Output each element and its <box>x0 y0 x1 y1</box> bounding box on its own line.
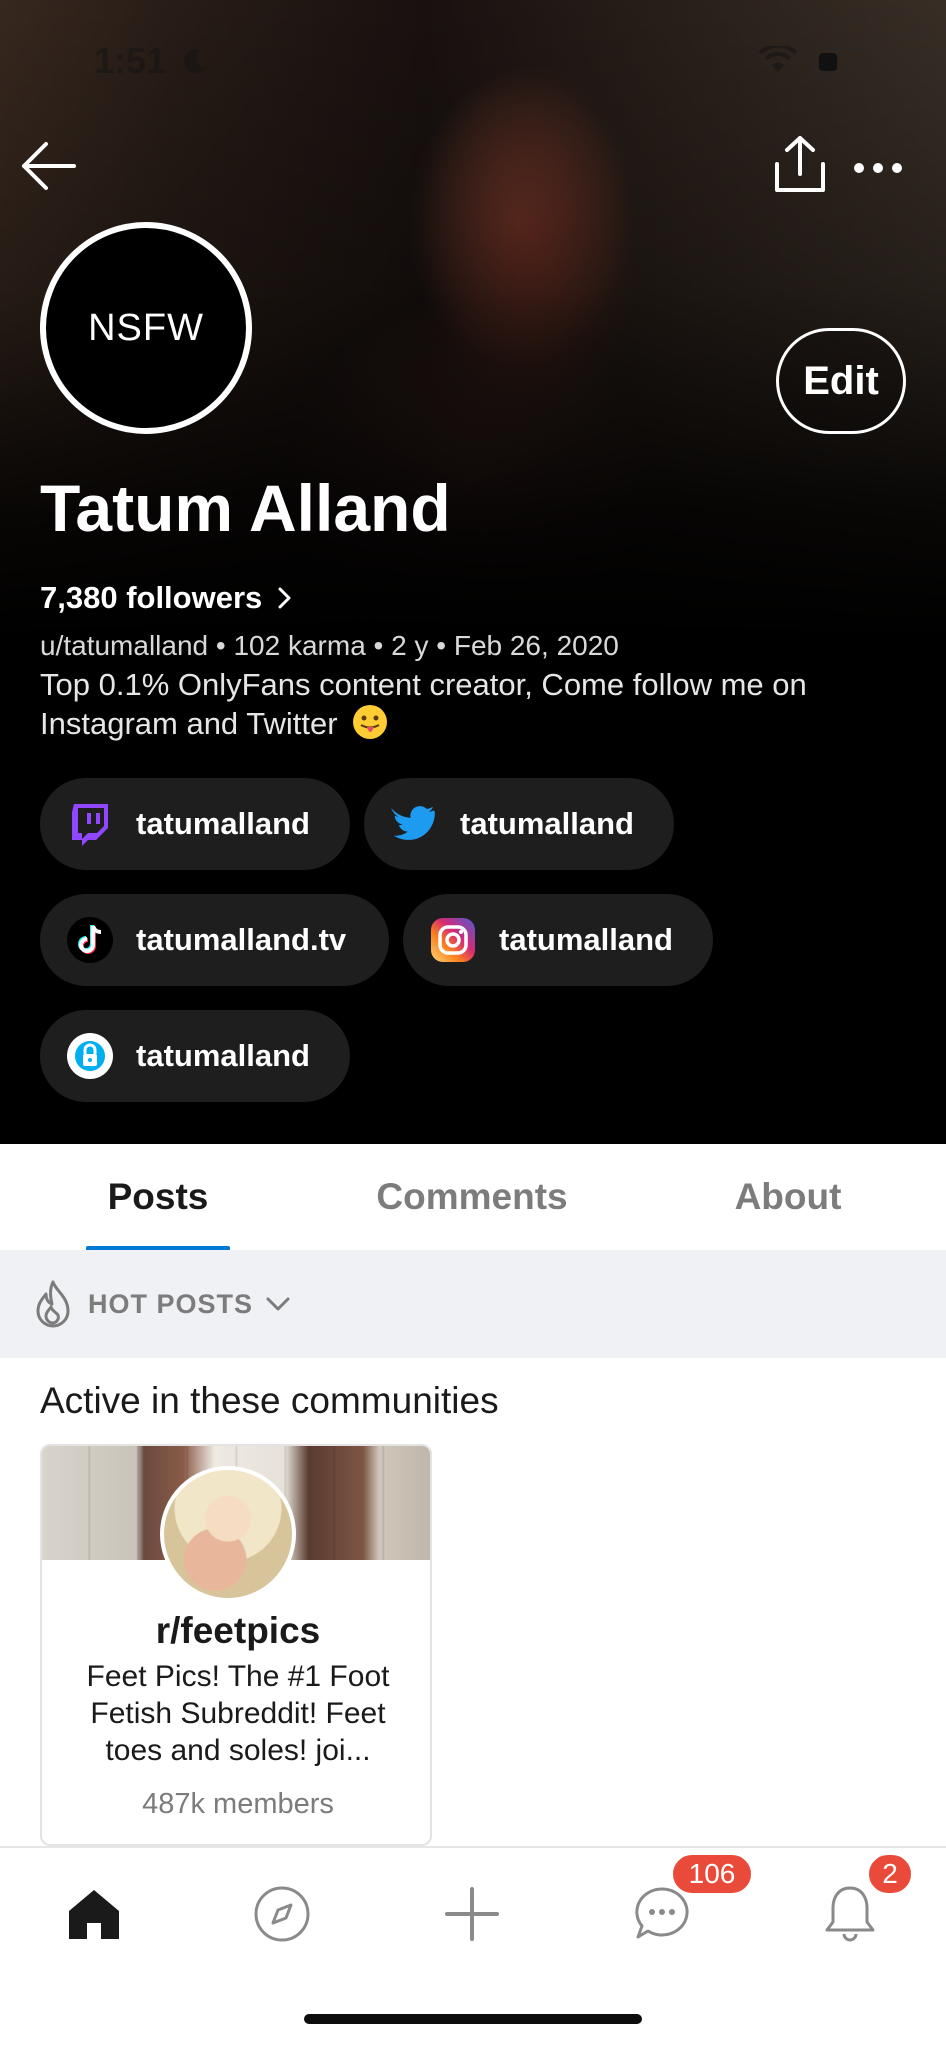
battery-icon <box>814 48 874 76</box>
social-link-label: tatumalland <box>460 806 634 841</box>
back-button[interactable] <box>16 134 80 198</box>
profile-display-name: Tatum Alland <box>40 471 451 545</box>
social-link-label: tatumalland.tv <box>136 922 347 957</box>
status-time: 1:51 <box>94 40 167 81</box>
chevron-right-icon <box>278 587 291 609</box>
create-icon <box>445 1887 499 1941</box>
tab-comments[interactable]: Comments <box>330 1144 614 1250</box>
profile-header: 1:51 NSFW Edit Tatum Alland 7,380 follow… <box>0 0 946 1144</box>
status-bar: 1:51 <box>0 0 946 120</box>
home-indicator <box>304 2014 642 2024</box>
profile-avatar[interactable]: NSFW <box>40 222 252 434</box>
nav-home-button[interactable] <box>54 1878 134 1950</box>
discover-icon <box>254 1886 310 1942</box>
twitter-icon <box>391 806 435 840</box>
avatar-nsfw-label: NSFW <box>88 306 204 349</box>
chat-unread-badge: 106 <box>670 1852 754 1896</box>
share-icon <box>775 136 825 192</box>
flame-icon <box>36 1280 70 1328</box>
followers-count: 7,380 followers <box>40 580 263 615</box>
social-link-twitter[interactable]: tatumalland <box>364 778 674 870</box>
sort-selector[interactable]: HOT POSTS <box>0 1250 946 1358</box>
twitch-icon <box>72 804 108 846</box>
chevron-down-icon <box>266 1297 290 1311</box>
community-name: r/feetpics <box>155 1610 321 1651</box>
inbox-unread-badge: 2 <box>866 1852 914 1896</box>
community-description: Feet Pics! The #1 Foot Fetish Subreddit!… <box>86 1660 390 1767</box>
followers-link[interactable]: 7,380 followers <box>40 580 294 616</box>
instagram-icon <box>431 918 475 962</box>
social-link-instagram[interactable]: tatumalland <box>403 894 713 986</box>
social-link-tiktok[interactable]: tatumalland.tv <box>40 894 389 986</box>
profile-tabs: Posts Comments About <box>0 1144 946 1250</box>
nav-create-button[interactable] <box>432 1878 512 1950</box>
bio-text: Top 0.1% OnlyFans content creator, Come … <box>40 667 807 741</box>
community-card[interactable]: r/feetpics Feet Pics! The #1 Foot Fetish… <box>40 1444 432 1846</box>
profile-bio: Top 0.1% OnlyFans content creator, Come … <box>40 666 910 743</box>
profile-meta: u/tatumalland • 102 karma • 2 y • Feb 26… <box>40 630 619 661</box>
nav-discover-button[interactable] <box>242 1878 322 1950</box>
onlyfans-icon <box>67 1033 113 1079</box>
social-link-label: tatumalland <box>499 922 673 957</box>
community-avatar <box>160 1466 296 1602</box>
social-link-twitch[interactable]: tatumalland <box>40 778 350 870</box>
community-members: 487k members <box>142 1788 334 1820</box>
tiktok-icon <box>67 917 113 963</box>
social-link-label: tatumalland <box>136 1038 310 1073</box>
tab-about[interactable]: About <box>700 1144 876 1250</box>
share-button[interactable] <box>768 132 832 196</box>
more-options-button[interactable] <box>846 140 910 196</box>
communities-section-title: Active in these communities <box>40 1380 499 1421</box>
wifi-icon <box>758 46 798 72</box>
social-link-label: tatumalland <box>136 806 310 841</box>
more-horizontal-icon <box>854 163 902 173</box>
arrow-left-icon <box>22 142 76 190</box>
tab-posts[interactable]: Posts <box>78 1144 238 1250</box>
edit-profile-button[interactable]: Edit <box>776 328 906 434</box>
moon-icon <box>184 49 206 74</box>
sort-label: HOT POSTS <box>88 1288 254 1319</box>
tongue-emoji-icon <box>353 705 388 739</box>
social-link-onlyfans[interactable]: tatumalland <box>40 1010 350 1102</box>
bell-icon <box>825 1886 875 1942</box>
home-icon <box>69 1890 119 1939</box>
